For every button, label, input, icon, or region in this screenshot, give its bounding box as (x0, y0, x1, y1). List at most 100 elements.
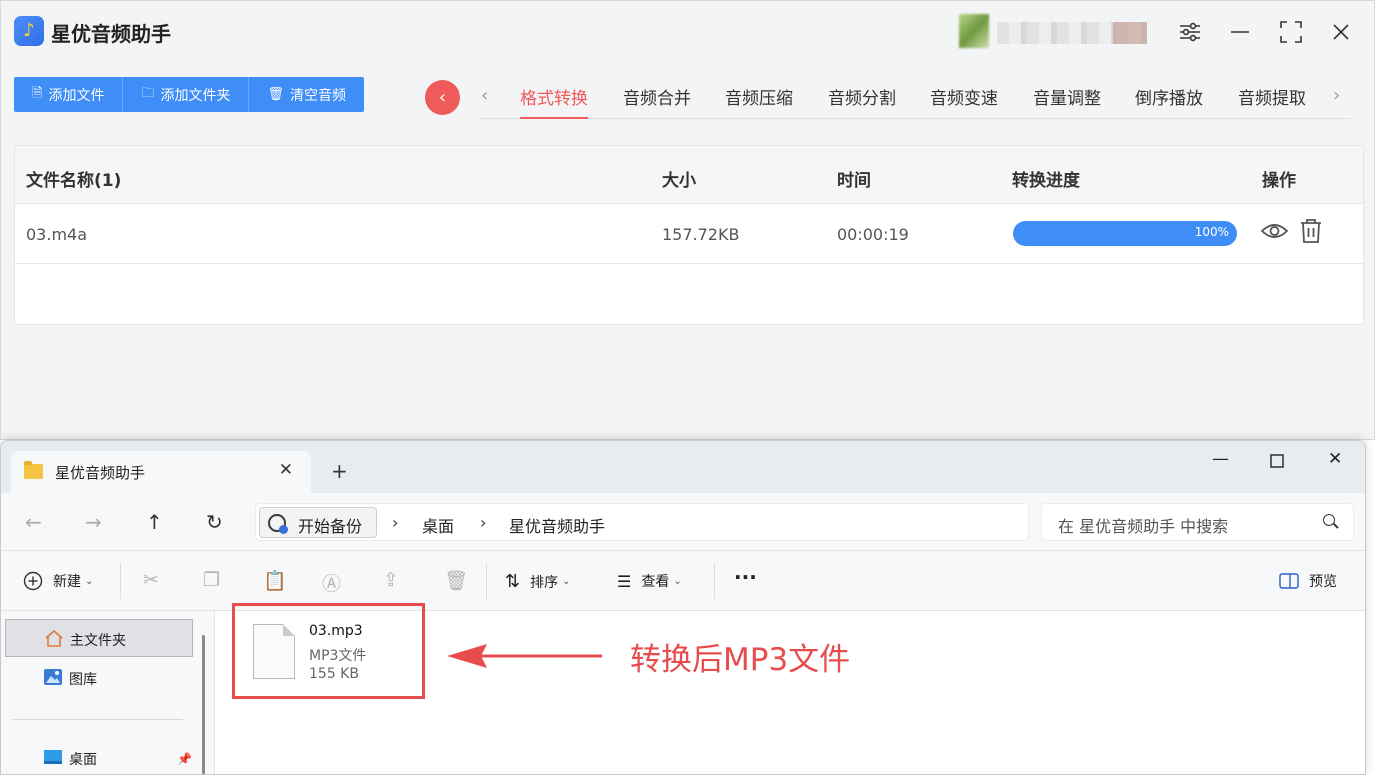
plus-circle-icon (23, 571, 43, 591)
tab-audio-split[interactable]: 音频分割 (828, 84, 896, 119)
backup-chip[interactable]: 开始备份 (259, 507, 377, 538)
column-header-filename: 文件名称(1) (26, 171, 122, 191)
add-file-button[interactable]: 🗎 添加文件 (14, 77, 124, 112)
chevron-right-icon: › (480, 513, 487, 532)
column-header-progress: 转换进度 (1012, 171, 1080, 191)
folder-icon (24, 461, 43, 479)
app-logo-icon: ♪ (14, 16, 44, 46)
back-arrow-icon[interactable]: ← (25, 510, 42, 534)
progress-bar: 100% (1013, 221, 1237, 246)
view-list-icon: ☰ (617, 571, 632, 591)
explorer-tabbar: 星优音频助手 ✕ + — ✕ (1, 441, 1365, 493)
audio-app-window: ♪ 星优音频助手 🗎 添加文件 🗀 添加文件夹 🗑 清空音频 ‹ ‹ 格式转换 音频合… (0, 0, 1375, 440)
chevron-right-icon: › (392, 513, 399, 532)
maximize-icon[interactable] (1270, 449, 1284, 473)
file-item-highlight[interactable]: 03.mp3 MP3文件 155 KB (232, 603, 425, 699)
delete-icon[interactable]: 🗑 (444, 569, 468, 592)
new-button[interactable]: 新建 ⌄ (23, 571, 93, 591)
preview-eye-icon[interactable] (1260, 221, 1289, 245)
explorer-command-bar: 新建 ⌄ ✂ ❐ 📋 Ⓐ ⇪ 🗑 ⇅ 排序 ⌄ ☰ 查看 ⌄ ··· 预览 (1, 551, 1365, 611)
close-icon[interactable]: ✕ (1328, 449, 1342, 469)
settings-sliders-icon[interactable] (1177, 19, 1203, 45)
avatar[interactable] (959, 14, 989, 48)
function-tabs: ‹ 格式转换 音频合并 音频压缩 音频分割 音频变速 音量调整 倒序播放 音频提… (479, 79, 1351, 119)
preview-pane-button[interactable]: 预览 (1279, 571, 1337, 591)
sidebar-item-gallery[interactable]: 图库 (5, 659, 193, 697)
column-header-actions: 操作 (1262, 171, 1296, 191)
tabs-scroll-right-icon[interactable]: › (1333, 85, 1340, 106)
clear-audio-button[interactable]: 🗑 清空音频 (249, 77, 364, 112)
fullscreen-icon[interactable] (1278, 19, 1304, 45)
tab-audio-compress[interactable]: 音频压缩 (725, 84, 793, 119)
search-placeholder: 在 星优音频助手 中搜索 (1058, 517, 1229, 536)
rename-icon[interactable]: Ⓐ (322, 569, 341, 596)
file-size: 155 KB (309, 666, 359, 682)
tab-reverse-play[interactable]: 倒序播放 (1135, 84, 1203, 119)
tabs-scroll-left-icon[interactable]: ‹ (481, 85, 488, 106)
tab-format-convert[interactable]: 格式转换 (520, 84, 588, 119)
explorer-sidebar: 主文件夹 图库 桌面 📌 (1, 611, 215, 774)
sidebar-divider (13, 719, 183, 720)
delete-trash-icon[interactable] (1300, 219, 1322, 247)
sort-arrows-icon: ⇅ (505, 571, 521, 592)
blurred-username (997, 22, 1147, 44)
search-input[interactable]: 在 星优音频助手 中搜索 (1041, 503, 1354, 541)
cell-time: 00:00:19 (837, 225, 909, 244)
breadcrumb-folder[interactable]: 星优音频助手 (509, 513, 605, 537)
cut-icon[interactable]: ✂ (143, 569, 159, 591)
file-table: 文件名称(1) 大小 时间 转换进度 操作 03.m4a 157.72KB 00… (14, 145, 1364, 325)
refresh-icon[interactable]: ↻ (206, 510, 223, 534)
tab-close-icon[interactable]: ✕ (279, 460, 293, 480)
trash-icon: 🗑 (267, 87, 284, 102)
up-arrow-icon[interactable]: ↑ (146, 510, 163, 534)
share-icon[interactable]: ⇪ (383, 569, 399, 591)
divider (486, 563, 487, 599)
breadcrumb-desktop[interactable]: 桌面 (422, 513, 454, 537)
sidebar-item-label: 桌面 (69, 752, 97, 768)
column-header-time: 时间 (837, 171, 871, 191)
explorer-navbar: ← → ↑ ↻ 开始备份 › 桌面 › 星优音频助手 在 星优音频助手 中搜索 (1, 493, 1365, 551)
paste-icon[interactable]: 📋 (263, 569, 287, 592)
user-account-area[interactable] (949, 14, 1149, 48)
add-folder-button[interactable]: 🗀 添加文件夹 (123, 77, 250, 112)
backup-chip-label: 开始备份 (298, 517, 363, 536)
minimize-icon[interactable] (1227, 19, 1253, 45)
divider (714, 563, 715, 599)
table-header: 文件名称(1) 大小 时间 转换进度 操作 (15, 146, 1363, 204)
back-chevron-button[interactable]: ‹ (425, 80, 460, 115)
explorer-tab-title: 星优音频助手 (55, 464, 146, 482)
gallery-icon (43, 668, 63, 686)
progress-label: 100% (1194, 225, 1229, 239)
cell-filename: 03.m4a (26, 225, 88, 244)
tab-audio-extract[interactable]: 音频提取 (1238, 84, 1306, 119)
desktop-icon (43, 748, 63, 766)
table-row[interactable]: 03.m4a 157.72KB 00:00:19 100% (15, 204, 1363, 264)
app-title: 星优音频助手 (51, 22, 171, 46)
close-icon[interactable] (1328, 19, 1354, 45)
sidebar-scrollbar[interactable] (202, 635, 205, 774)
sort-button[interactable]: ⇅ 排序 ⌄ (505, 571, 570, 592)
search-icon (1323, 514, 1335, 526)
cloud-backup-icon (268, 514, 288, 534)
annotation-arrow (447, 644, 602, 668)
tab-audio-merge[interactable]: 音频合并 (623, 84, 691, 119)
minimize-icon[interactable]: — (1212, 449, 1229, 469)
view-button[interactable]: ☰ 查看 ⌄ (617, 571, 682, 591)
new-tab-icon[interactable]: + (331, 459, 348, 483)
app-titlebar: ♪ 星优音频助手 (1, 1, 1374, 63)
folder-icon: 🗀 (141, 85, 155, 101)
copy-icon[interactable]: ❐ (203, 569, 220, 591)
more-options-button[interactable]: ··· (734, 565, 757, 589)
address-bar[interactable]: 开始备份 › 桌面 › 星优音频助手 (255, 503, 1029, 541)
sidebar-item-desktop[interactable]: 桌面 (5, 739, 193, 774)
pin-icon[interactable]: 📌 (177, 752, 192, 766)
sidebar-item-home[interactable]: 主文件夹 (5, 619, 193, 657)
cell-size: 157.72KB (662, 225, 740, 244)
tab-audio-speed[interactable]: 音频变速 (930, 84, 998, 119)
forward-arrow-icon[interactable]: → (85, 510, 102, 534)
preview-pane-icon (1279, 573, 1299, 589)
home-icon (44, 629, 64, 647)
explorer-tab[interactable]: 星优音频助手 ✕ (11, 451, 311, 493)
app-toolbar: 🗎 添加文件 🗀 添加文件夹 🗑 清空音频 (14, 77, 364, 112)
tab-volume-adjust[interactable]: 音量调整 (1033, 84, 1101, 119)
